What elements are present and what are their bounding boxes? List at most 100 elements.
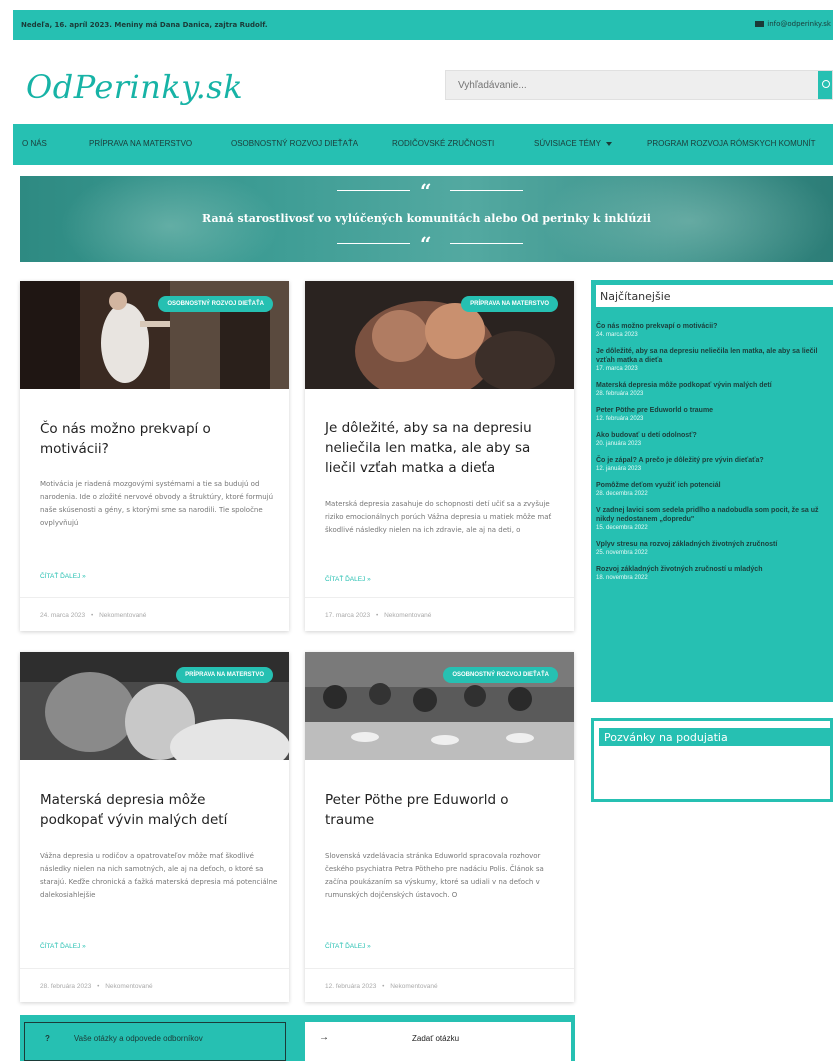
post-excerpt: Vážna depresia u rodičov a opatrovateľov… — [40, 852, 278, 899]
nav-item-label: SÚVISIACE TÉMY — [534, 139, 601, 148]
post-title[interactable]: Je dôležité, aby sa na depresiu neliečil… — [325, 418, 557, 478]
list-item: Rozvoj základných životných zručností u … — [596, 565, 833, 582]
nav-item-osobnostny-rozvoj[interactable]: OSOBNOSTNÝ ROZVOJ DIEŤAŤA — [231, 139, 358, 148]
divider-line — [337, 243, 410, 244]
list-item: Peter Pöthe pre Eduworld o traume 12. feb… — [596, 406, 833, 423]
most-read-link[interactable]: Rozvoj základných životných zručností u … — [596, 565, 833, 574]
post-title[interactable]: Peter Pöthe pre Eduworld o traume — [325, 790, 557, 830]
most-read-link[interactable]: Materská depresia môže podkopať vývin ma… — [596, 381, 833, 390]
post-meta: 17. marca 2023 • Nekomentované — [305, 597, 574, 631]
most-read-link[interactable]: V zadnej lavici som sedela pridlho a nad… — [596, 506, 833, 524]
most-read-date: 28. decembra 2022 — [596, 491, 648, 497]
most-read-date: 28. februára 2023 — [596, 391, 644, 397]
quote-mark-icon: “ — [420, 232, 432, 256]
post-card: OSOBNOSTNÝ ROZVOJ DIEŤAŤA Čo nás možno p… — [20, 281, 289, 631]
sidebar-title: Najčítanejšie — [596, 285, 833, 307]
most-read-date: 24. marca 2023 — [596, 332, 638, 338]
list-item: Je dôležité, aby sa na depresiu neliečil… — [596, 347, 833, 373]
email-text: info@odperinky.sk — [767, 20, 831, 28]
nav-item-o-nas[interactable]: O NÁS — [22, 139, 47, 148]
most-read-date: 12. februára 2023 — [596, 416, 644, 422]
sidebar-most-read: Najčítanejšie Čo nás možno prekvapí o mo… — [591, 280, 833, 702]
post-title[interactable]: Čo nás možno prekvapí o motivácii? — [40, 419, 272, 459]
meta-separator: • — [97, 983, 100, 990]
post-comments[interactable]: Nekomentované — [105, 983, 152, 990]
most-read-link[interactable]: Je dôležité, aby sa na depresiu neliečil… — [596, 347, 833, 365]
post-meta: 28. februára 2023 • Nekomentované — [20, 968, 289, 1002]
hero-quote-text: Raná starostlivosť vo vylúčených komunit… — [202, 212, 651, 225]
post-excerpt: Materská depresia zasahuje do schopnosti… — [325, 500, 552, 534]
list-item: Materská depresia môže podkopať vývin ma… — [596, 381, 833, 398]
post-comments[interactable]: Nekomentované — [390, 983, 437, 990]
nav-item-suvisiace-temy[interactable]: SÚVISIACE TÉMY — [534, 139, 612, 148]
post-excerpt: Slovenská vzdelávacia stránka Eduworld s… — [325, 852, 544, 899]
list-item: Pomôžme deťom využiť ich potenciál 28. de… — [596, 481, 833, 498]
post-card: OSOBNOSTNÝ ROZVOJ DIEŤAŤA Peter Pöthe pr… — [305, 652, 574, 1002]
ask-question-label: Zadať otázku — [412, 1034, 460, 1043]
search-icon[interactable] — [818, 71, 832, 99]
post-image[interactable]: PRÍPRAVA NA MATERSTVO — [20, 652, 289, 760]
expert-answers-button[interactable]: ? Vaše otázky a odpovede odborníkov — [24, 1022, 286, 1061]
envelope-icon — [755, 21, 765, 27]
post-image[interactable]: OSOBNOSTNÝ ROZVOJ DIEŤAŤA — [20, 281, 289, 389]
most-read-link[interactable]: Vplyv stresu na rozvoj základných životn… — [596, 540, 833, 549]
category-badge[interactable]: PRÍPRAVA NA MATERSTVO — [461, 296, 558, 312]
hero-quote-banner: “ Raná starostlivosť vo vylúčených komun… — [20, 176, 833, 262]
category-badge[interactable]: OSOBNOSTNÝ ROZVOJ DIEŤAŤA — [443, 667, 558, 683]
post-comments[interactable]: Nekomentované — [384, 612, 431, 619]
email-link[interactable]: info@odperinky.sk — [755, 20, 831, 28]
meta-separator: • — [90, 612, 94, 619]
post-card: PRÍPRAVA NA MATERSTVO Je dôležité, aby s… — [305, 281, 574, 631]
most-read-date: 25. novembra 2022 — [596, 550, 648, 556]
date-nameday-text: Nedeľa, 16. apríl 2023. Meniny má Dana D… — [21, 21, 268, 29]
search-box — [445, 70, 833, 100]
post-comments[interactable]: Nekomentované — [99, 612, 146, 619]
divider-line — [450, 190, 523, 191]
category-badge[interactable]: OSOBNOSTNÝ ROZVOJ DIEŤAŤA — [158, 296, 273, 312]
sidebar-events: Pozvánky na podujatia — [591, 718, 833, 802]
post-meta: 12. februára 2023 • Nekomentované — [305, 968, 574, 1002]
caret-down-icon — [605, 141, 612, 146]
post-title[interactable]: Materská depresia môže podkopať vývin ma… — [40, 790, 272, 830]
post-card: PRÍPRAVA NA MATERSTVO Materská depresia … — [20, 652, 289, 1002]
most-read-date: 12. januára 2023 — [596, 466, 642, 472]
list-item: V zadnej lavici som sedela pridlho a nad… — [596, 506, 833, 532]
read-more-link[interactable]: ČÍTAŤ ĎALEJ » — [325, 576, 371, 583]
post-date: 12. februára 2023 — [325, 983, 377, 990]
main-nav: O NÁS PRÍPRAVA NA MATERSTVO OSOBNOSTNÝ R… — [13, 124, 833, 165]
read-more-link[interactable]: ČÍTAŤ ĎALEJ » — [325, 943, 371, 950]
arrow-right-icon: → — [319, 1032, 329, 1043]
quote-mark-icon: “ — [420, 179, 432, 203]
list-item: Vplyv stresu na rozvoj základných životn… — [596, 540, 833, 557]
site-logo[interactable]: OdPerinky.sk — [26, 68, 243, 106]
list-item: Ako budovať u detí odolnosť? 20. januára … — [596, 431, 833, 448]
most-read-date: 17. marca 2023 — [596, 366, 638, 372]
ask-question-button[interactable]: → Zadať otázku — [305, 1022, 571, 1061]
post-image[interactable]: PRÍPRAVA NA MATERSTVO — [305, 281, 574, 389]
read-more-link[interactable]: ČÍTAŤ ĎALEJ » — [40, 573, 86, 580]
post-date: 17. marca 2023 — [325, 612, 371, 619]
nav-item-program-rozvoja[interactable]: PROGRAM ROZVOJA RÓMSKYCH KOMUNÍT — [647, 139, 815, 148]
most-read-link[interactable]: Ako budovať u detí odolnosť? — [596, 431, 833, 440]
post-excerpt: Motivácia je riadená mozgovými systémami… — [40, 480, 274, 527]
most-read-date: 20. januára 2023 — [596, 441, 642, 447]
sidebar-title: Pozvánky na podujatia — [599, 728, 833, 746]
expert-answers-label: Vaše otázky a odpovede odborníkov — [73, 1034, 203, 1043]
most-read-link[interactable]: Čo je zápal? A prečo je dôležitý pre výv… — [596, 456, 833, 465]
meta-separator: • — [375, 612, 379, 619]
category-badge[interactable]: PRÍPRAVA NA MATERSTVO — [176, 667, 273, 683]
nav-item-priprava-na-materstvo[interactable]: PRÍPRAVA NA MATERSTVO — [89, 139, 192, 148]
most-read-list: Čo nás možno prekvapí o motivácii? 24. ma… — [596, 322, 833, 590]
post-image[interactable]: OSOBNOSTNÝ ROZVOJ DIEŤAŤA — [305, 652, 574, 760]
search-input[interactable] — [446, 71, 821, 99]
most-read-link[interactable]: Peter Pöthe pre Eduworld o traume — [596, 406, 833, 415]
top-info-bar: Nedeľa, 16. apríl 2023. Meniny má Dana D… — [13, 10, 833, 40]
meta-separator: • — [382, 983, 385, 990]
most-read-link[interactable]: Pomôžme deťom využiť ich potenciál — [596, 481, 833, 490]
read-more-link[interactable]: ČÍTAŤ ĎALEJ » — [40, 943, 86, 950]
nav-item-rodicovske-zrucnosti[interactable]: RODIČOVSKÉ ZRUČNOSTI — [392, 139, 494, 148]
most-read-link[interactable]: Čo nás možno prekvapí o motivácii? — [596, 322, 833, 331]
list-item: Čo je zápal? A prečo je dôležitý pre výv… — [596, 456, 833, 473]
divider-line — [450, 243, 523, 244]
divider-line — [337, 190, 410, 191]
